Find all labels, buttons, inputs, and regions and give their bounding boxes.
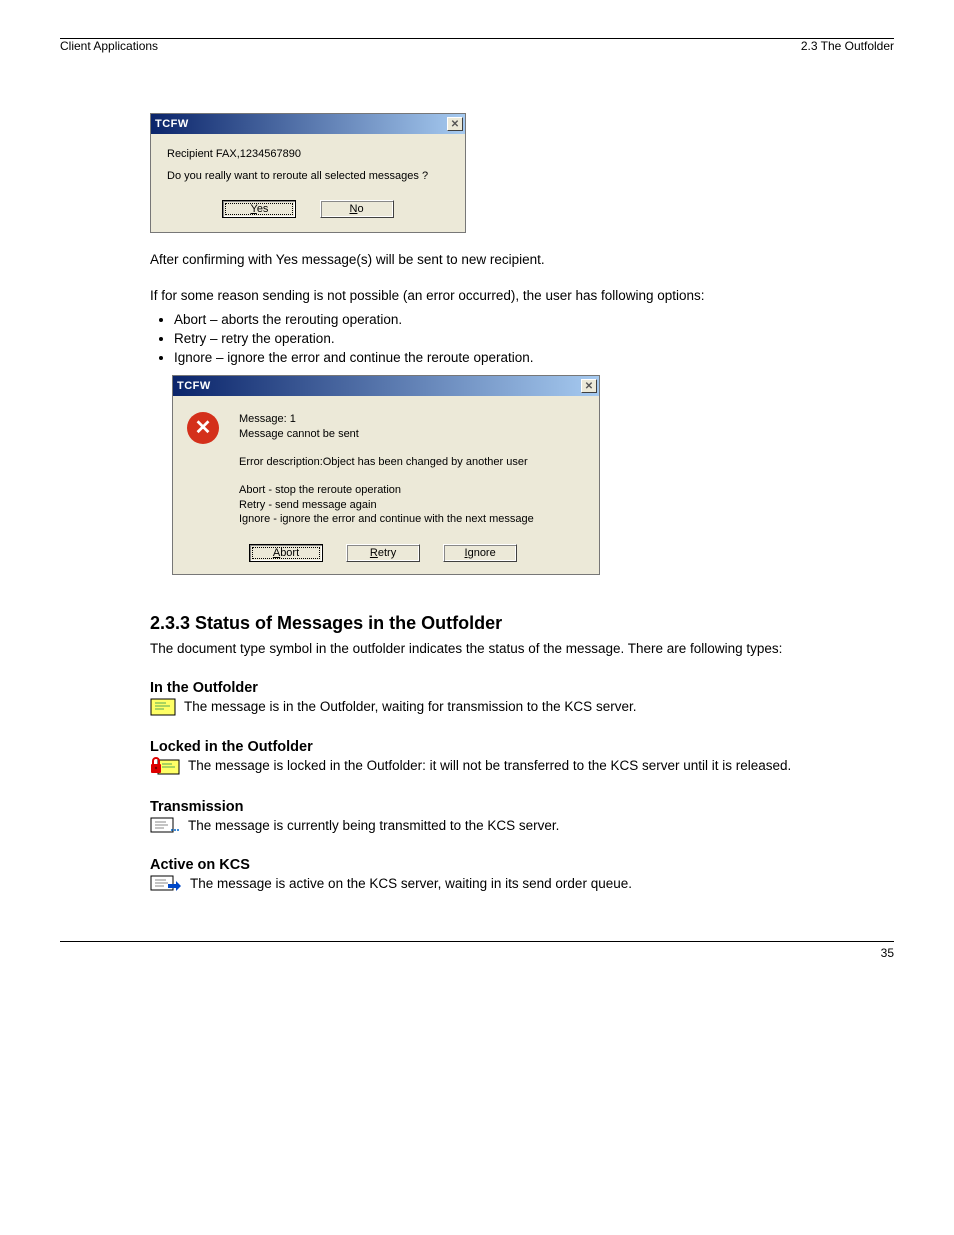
close-icon[interactable]: ✕ [581, 379, 597, 393]
page-footer: 35 [60, 946, 894, 960]
status-desc: The message is active on the KCS server,… [190, 875, 632, 893]
error-options-list: Abort – aborts the rerouting operation. … [150, 311, 854, 367]
error-description: Error description:Object has been change… [239, 455, 587, 469]
paragraph-error-intro: If for some reason sending is not possib… [150, 287, 854, 305]
dialog-title: TCFW [155, 118, 189, 130]
list-item: Abort – aborts the rerouting operation. [174, 311, 854, 330]
error-opt-ignore: Ignore - ignore the error and continue w… [239, 512, 587, 526]
error-msg-number: Message: 1 [239, 412, 587, 426]
dialog-question: Do you really want to reroute all select… [167, 170, 449, 182]
locked-outfolder-icon [150, 757, 180, 777]
ignore-button[interactable]: Ignore [443, 544, 517, 562]
header-left: Client Applications [60, 39, 158, 53]
outfolder-icon [150, 698, 176, 716]
section-heading: 2.3.3 Status of Messages in the Outfolde… [150, 613, 854, 634]
status-desc: The message is currently being transmitt… [188, 817, 559, 835]
error-opt-abort: Abort - stop the reroute operation [239, 483, 587, 497]
error-dialog: TCFW ✕ ✕ Message: 1 Message cannot be se… [172, 375, 600, 575]
abort-button[interactable]: Abort [249, 544, 323, 562]
confirm-dialog: TCFW ✕ Recipient FAX,1234567890 Do you r… [150, 113, 466, 233]
status-intro: The document type symbol in the outfolde… [150, 640, 854, 658]
dialog-title: TCFW [177, 380, 211, 392]
status-desc: The message is in the Outfolder, waiting… [184, 698, 636, 716]
no-button[interactable]: No [320, 200, 394, 218]
status-title: Active on KCS [150, 857, 854, 873]
close-icon[interactable]: ✕ [447, 117, 463, 131]
error-opt-retry: Retry - send message again [239, 498, 587, 512]
list-item: Retry – retry the operation. [174, 330, 854, 349]
transmission-icon [150, 817, 180, 835]
active-on-kcs-icon [150, 875, 182, 893]
paragraph-confirm: After confirming with Yes message(s) wil… [150, 251, 854, 269]
status-title: Transmission [150, 799, 854, 815]
yes-button[interactable]: Yes [222, 200, 296, 218]
page-header: Client Applications 2.3 The Outfolder [60, 39, 894, 53]
retry-button[interactable]: Retry [346, 544, 420, 562]
dialog-titlebar: TCFW ✕ [151, 114, 465, 134]
status-title: Locked in the Outfolder [150, 739, 854, 755]
error-msg-cannot: Message cannot be sent [239, 427, 587, 441]
header-right: 2.3 The Outfolder [801, 39, 894, 53]
dialog-titlebar: TCFW ✕ [173, 376, 599, 396]
status-title: In the Outfolder [150, 680, 854, 696]
error-icon: ✕ [187, 412, 219, 444]
dialog-recipient-line: Recipient FAX,1234567890 [167, 148, 449, 160]
list-item: Ignore – ignore the error and continue t… [174, 349, 854, 368]
page-number: 35 [881, 946, 894, 960]
status-desc: The message is locked in the Outfolder: … [188, 757, 791, 775]
